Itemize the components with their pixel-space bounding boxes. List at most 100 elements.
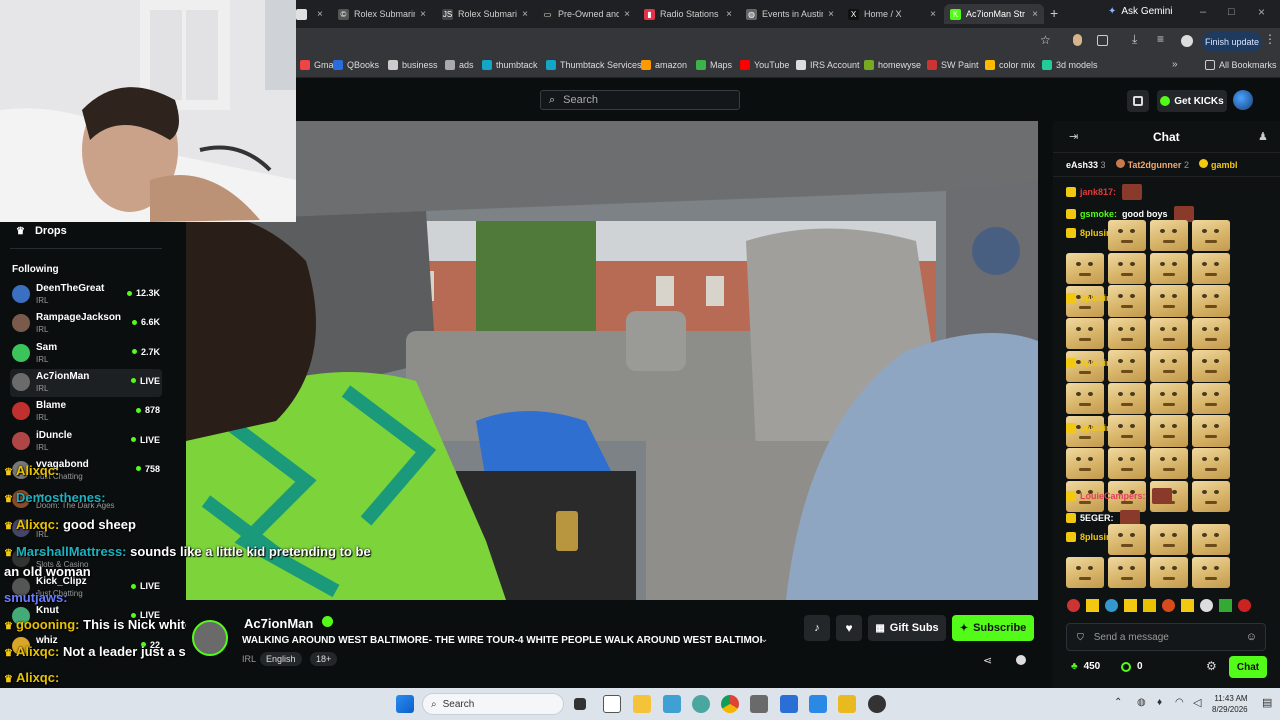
close-tab-icon[interactable]: × bbox=[930, 9, 936, 20]
chat-username[interactable]: LouieCampers: bbox=[1080, 491, 1146, 501]
browse-icon[interactable] bbox=[1127, 90, 1149, 112]
browser-tab[interactable]: K Ac7ionMan Str × bbox=[944, 4, 1044, 24]
gifter-name[interactable]: Tat2dgunner bbox=[1128, 160, 1182, 170]
bookmark-item[interactable]: amazon bbox=[641, 60, 687, 70]
volume-icon[interactable]: ◁ bbox=[1193, 696, 1201, 709]
close-tab-icon[interactable]: × bbox=[420, 9, 426, 20]
sidebar-item-channel[interactable]: Ac7ionMan IRL LIVE bbox=[10, 368, 162, 397]
close-tab-icon[interactable]: × bbox=[1032, 9, 1038, 20]
info-icon[interactable] bbox=[1016, 655, 1026, 665]
emote-icon[interactable] bbox=[1105, 599, 1118, 612]
chat-users-icon[interactable]: ♟ bbox=[1258, 130, 1268, 143]
window-maximize-button[interactable]: □ bbox=[1228, 6, 1235, 18]
browser-tab[interactable]: © Rolex Submarine × bbox=[332, 4, 432, 24]
finish-update-button[interactable]: Finish update bbox=[1202, 32, 1262, 52]
emote-icon[interactable] bbox=[1200, 599, 1213, 612]
bookmark-item[interactable]: QBooks bbox=[333, 60, 379, 70]
streamer-name[interactable]: Ac7ionMan bbox=[244, 616, 313, 631]
extension-icon[interactable] bbox=[1073, 34, 1082, 46]
close-tab-icon[interactable]: × bbox=[624, 9, 630, 20]
tag-irl[interactable]: IRL bbox=[242, 654, 256, 664]
gift-subs-button[interactable]: ▦ Gift Subs bbox=[868, 615, 946, 641]
close-tab-icon[interactable]: × bbox=[726, 9, 732, 20]
streamer-avatar[interactable] bbox=[192, 620, 228, 656]
bookmark-item[interactable]: color mix bbox=[985, 60, 1035, 70]
bookmark-item[interactable]: YouTube bbox=[740, 60, 789, 70]
start-windows-icon[interactable] bbox=[396, 695, 414, 713]
bookmark-item[interactable]: Gmail bbox=[300, 60, 338, 70]
tag-18plus[interactable]: 18+ bbox=[310, 652, 338, 666]
notification-icon[interactable]: ▤ bbox=[1262, 696, 1272, 709]
subscribe-button[interactable]: ✦ Subscribe bbox=[952, 615, 1034, 641]
profile-icon[interactable] bbox=[1181, 35, 1193, 47]
bookmark-item[interactable]: homewyse bbox=[864, 60, 921, 70]
gifter-name[interactable]: gambl bbox=[1211, 160, 1238, 170]
get-kicks-button[interactable]: Get KICKs bbox=[1157, 90, 1227, 112]
more-bookmarks-icon[interactable]: » bbox=[1172, 59, 1178, 70]
share-icon[interactable]: ⋖ bbox=[983, 654, 992, 667]
app-icon[interactable] bbox=[838, 695, 856, 713]
video-player[interactable] bbox=[186, 121, 1038, 600]
wifi-icon[interactable]: ◠ bbox=[1175, 697, 1184, 708]
taskbar-search[interactable]: ⌕ Search bbox=[422, 693, 564, 715]
chat-send-button[interactable]: Chat bbox=[1229, 656, 1267, 678]
sidebar-item-channel[interactable]: iDuncle IRL LIVE bbox=[10, 428, 162, 456]
search-input[interactable]: ⌕ Search bbox=[540, 90, 740, 110]
network-icon[interactable]: ◍ bbox=[1137, 697, 1146, 708]
send-message-input[interactable]: ⛉ Send a message ☺ bbox=[1066, 623, 1266, 651]
window-minimize-button[interactable]: – bbox=[1200, 6, 1206, 18]
emote-icon[interactable] bbox=[1219, 599, 1232, 612]
bookmark-star-icon[interactable]: ☆ bbox=[1040, 33, 1051, 47]
emote-icon[interactable] bbox=[1238, 599, 1251, 612]
bookmark-item[interactable]: 3d models bbox=[1042, 60, 1098, 70]
notify-bell-button[interactable]: ♪ bbox=[804, 615, 830, 641]
bookmark-item[interactable]: thumbtack bbox=[482, 60, 538, 70]
sidebar-item-channel[interactable]: DeenTheGreat IRL 12.3K bbox=[10, 281, 162, 309]
all-bookmarks-button[interactable]: All Bookmarks bbox=[1205, 60, 1277, 70]
emote-icon[interactable] bbox=[1067, 599, 1080, 612]
clock[interactable]: 11:43 AM 8/29/2026 bbox=[1212, 693, 1248, 715]
sidebar-item-channel[interactable]: Blame IRL 878 bbox=[10, 398, 162, 426]
download-icon[interactable]: ⤓ bbox=[1132, 32, 1137, 47]
app-icon[interactable] bbox=[750, 695, 768, 713]
calculator-icon[interactable] bbox=[663, 695, 681, 713]
app-icon[interactable] bbox=[780, 695, 798, 713]
chat-username[interactable]: jank817: bbox=[1080, 187, 1116, 197]
chat-username[interactable]: gsmoke: bbox=[1080, 209, 1117, 219]
gemini-button[interactable]: ✦ Ask Gemini bbox=[1108, 6, 1173, 17]
bookmark-item[interactable]: ads bbox=[445, 60, 474, 70]
tray-chevron-icon[interactable]: ⌃ bbox=[1114, 697, 1122, 708]
notepad-icon[interactable] bbox=[603, 695, 621, 713]
file-explorer-icon[interactable] bbox=[633, 695, 651, 713]
task-view-icon[interactable] bbox=[574, 698, 586, 710]
close-tab-icon[interactable]: × bbox=[522, 9, 528, 20]
collapse-chat-icon[interactable]: ⇥ bbox=[1069, 130, 1078, 143]
emote-icon[interactable] bbox=[1086, 599, 1099, 612]
browser-tab[interactable]: X Home / X × bbox=[842, 4, 942, 24]
media-icon[interactable]: ≡ bbox=[1157, 32, 1164, 46]
bookmark-item[interactable]: Maps bbox=[696, 60, 732, 70]
emoji-icon[interactable]: ☺ bbox=[1246, 631, 1257, 643]
chat-settings-gear-icon[interactable]: ⚙ bbox=[1206, 659, 1217, 673]
url-field[interactable] bbox=[300, 32, 1060, 52]
chevron-down-icon[interactable]: ⌄ bbox=[760, 634, 768, 645]
new-tab-button[interactable]: + bbox=[1050, 5, 1058, 21]
bookmark-item[interactable]: Thumbtack Services bbox=[546, 60, 642, 70]
puzzle-icon[interactable] bbox=[1097, 35, 1108, 46]
close-tab-icon[interactable]: × bbox=[317, 9, 323, 20]
bookmark-item[interactable]: SW Paint bbox=[927, 60, 979, 70]
drops-link[interactable]: ♛ Drops bbox=[16, 225, 67, 237]
gifter-name[interactable]: eAsh33 bbox=[1066, 160, 1098, 170]
user-avatar[interactable] bbox=[1233, 90, 1253, 110]
emote-icon[interactable] bbox=[1143, 599, 1156, 612]
emote-icon[interactable] bbox=[1181, 599, 1194, 612]
chat-username[interactable]: 5EGER: bbox=[1080, 513, 1114, 523]
bookmark-item[interactable]: IRS Account bbox=[796, 60, 860, 70]
menu-kebab-icon[interactable]: ⋮ bbox=[1264, 32, 1276, 46]
emote-icon[interactable] bbox=[1162, 599, 1175, 612]
follow-heart-button[interactable]: ♥ bbox=[836, 615, 862, 641]
emote-icon[interactable] bbox=[1124, 599, 1137, 612]
app-icon[interactable] bbox=[868, 695, 886, 713]
sidebar-item-channel[interactable]: Sam IRL 2.7K bbox=[10, 340, 162, 368]
browser-tab[interactable]: JS Rolex Submarine × bbox=[436, 4, 534, 24]
